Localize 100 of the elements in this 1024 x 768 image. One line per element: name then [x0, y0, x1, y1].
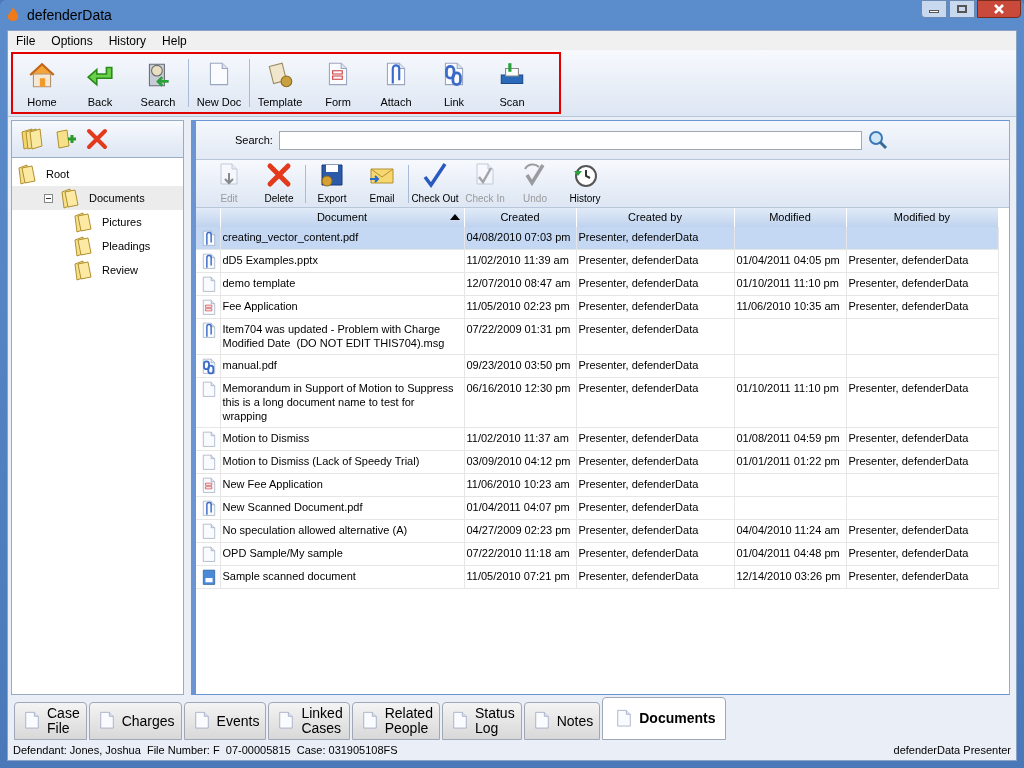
- toolbar-button[interactable]: Export: [307, 161, 357, 207]
- table-row[interactable]: Item704 was updated - Problem with Charge Modified Date (DO NOT EDIT THIS704).msg 07/22/2009 01:31 pm Presenter, defenderData: [196, 318, 998, 355]
- table-cell: Presenter, defenderData: [578, 254, 699, 266]
- table-cell: 07/22/2009 01:31 pm: [466, 323, 571, 335]
- toolbar-button[interactable]: Scan: [483, 54, 541, 112]
- table-cell: Presenter, defenderData: [848, 524, 969, 536]
- table-cell: 01/10/2011 11:10 pm: [736, 277, 839, 289]
- tree-item[interactable]: Review: [12, 258, 183, 282]
- tab[interactable]: Related People: [351, 702, 440, 740]
- table-cell: Presenter, defenderData: [578, 277, 699, 289]
- table-cell: OPD Sample/My sample: [222, 547, 343, 559]
- table-cell: Presenter, defenderData: [578, 478, 699, 490]
- table-row[interactable]: Motion to Dismiss 11/02/2010 11:37 am Presenter, defenderData 01/08/2011 04:59 pm Presenter, defenderData: [196, 427, 998, 451]
- table-cell: creating_vector_content.pdf: [222, 231, 359, 243]
- table-cell: 11/06/2010 10:35 am: [736, 300, 840, 312]
- toolbar-button[interactable]: Attach: [367, 54, 425, 112]
- tab[interactable]: Events: [183, 702, 267, 740]
- tree-item[interactable]: Pleadings: [12, 234, 183, 258]
- table-cell: Presenter, defenderData: [578, 547, 699, 559]
- table-cell: 01/04/2011 04:48 pm: [736, 547, 840, 559]
- table-row[interactable]: OPD Sample/My sample 07/22/2010 11:18 am Presenter, defenderData 01/04/2011 04:48 pm Presenter, defenderData: [196, 542, 998, 566]
- table-cell: 03/09/2010 04:12 pm: [466, 455, 571, 467]
- toolbar-button[interactable]: History: [560, 161, 610, 207]
- table-row[interactable]: New Scanned Document.pdf 01/04/2011 04:07 pm Presenter, defenderData: [196, 496, 998, 520]
- tab[interactable]: Case File: [14, 702, 87, 740]
- table-cell: Presenter, defenderData: [578, 524, 699, 536]
- tree-item[interactable]: Documents: [12, 186, 183, 210]
- folder-icon: [72, 211, 94, 233]
- table-row[interactable]: Sample scanned document 11/05/2010 07:21 pm Presenter, defenderData 12/14/2010 03:26 pm Presenter, defenderData: [196, 565, 998, 589]
- toolbar-button[interactable]: Search: [129, 54, 187, 112]
- table-cell: 12/14/2010 03:26 pm: [736, 570, 841, 582]
- table-cell: Presenter, defenderData: [848, 570, 969, 582]
- table-cell: 12/07/2010 08:47 am: [466, 277, 571, 289]
- toolbar-button[interactable]: Home: [13, 54, 71, 112]
- toolbar-button[interactable]: Back: [71, 54, 129, 112]
- status-user: defenderData Presenter: [893, 742, 1011, 758]
- tree-item[interactable]: Pictures: [12, 210, 183, 234]
- toolbar-button[interactable]: Check Out: [410, 161, 460, 207]
- folder-icon: [72, 235, 94, 257]
- menu-item[interactable]: History: [108, 31, 147, 50]
- flame-icon: [7, 7, 19, 23]
- status-case-info: Defendant: Jones, Joshua File Number: F 07-00005815 Case: 031905108FS: [13, 742, 398, 758]
- table-cell: Presenter, defenderData: [848, 382, 969, 394]
- table-row[interactable]: Fee Application 11/05/2010 02:23 pm Presenter, defenderData 11/06/2010 10:35 am Presenter, defenderData: [196, 295, 998, 319]
- table-cell: Sample scanned document: [222, 570, 356, 582]
- tab[interactable]: Charges: [88, 702, 182, 740]
- table-cell: 01/08/2011 04:59 pm: [736, 432, 840, 444]
- menu-item[interactable]: File: [16, 31, 36, 50]
- tab[interactable]: Status Log: [441, 702, 522, 740]
- menu-item[interactable]: Help: [162, 31, 187, 50]
- collapse-toggle-icon[interactable]: [44, 193, 53, 203]
- table-row[interactable]: Memorandum in Support of Motion to Suppress this is a long document name to test for wrapping 06/16/2010 12:30 pm Presenter, defenderData 01/10/2011 11:10 pm Presenter, defenderData: [196, 377, 998, 428]
- table-row[interactable]: No speculation allowed alternative (A) 04/27/2009 02:23 pm Presenter, defenderData 04/04/2010 11:24 am Presenter, defenderData: [196, 519, 998, 543]
- menu-item[interactable]: Options: [51, 31, 93, 50]
- table-cell: 11/05/2010 07:21 pm: [466, 570, 570, 582]
- table-cell: 06/16/2010 12:30 pm: [466, 382, 571, 394]
- maximize-button[interactable]: [949, 0, 975, 18]
- table-row[interactable]: manual.pdf 09/23/2010 03:50 pm Presenter, defenderData: [196, 354, 998, 378]
- table-row[interactable]: Motion to Dismiss (Lack of Speedy Trial) 03/09/2010 04:12 pm Presenter, defenderData 01/01/2011 01:22 pm Presenter, defenderData: [196, 450, 998, 474]
- tab[interactable]: Documents: [602, 697, 727, 740]
- close-button[interactable]: [977, 0, 1021, 18]
- tab[interactable]: Notes: [523, 702, 601, 740]
- table-cell: Presenter, defenderData: [578, 231, 699, 243]
- table-cell: 04/27/2009 02:23 pm: [466, 524, 571, 536]
- table-cell: Presenter, defenderData: [578, 501, 699, 513]
- table-row[interactable]: dD5 Examples.pptx 11/02/2010 11:39 am Presenter, defenderData 01/04/2011 04:05 pm Presenter, defenderData: [196, 249, 998, 273]
- table-cell: No speculation allowed alternative (A): [222, 524, 408, 536]
- table-cell: 11/05/2010 02:23 pm: [466, 300, 570, 312]
- search-icon[interactable]: [867, 130, 888, 150]
- toolbar-button[interactable]: Link: [425, 54, 483, 112]
- delete-icon[interactable]: [86, 128, 108, 150]
- search-label: Search:: [235, 132, 273, 148]
- toolbar-button[interactable]: New Doc: [190, 54, 248, 112]
- folder-icon: [59, 187, 81, 209]
- table-cell: 07/22/2010 11:18 am: [466, 547, 570, 559]
- table-cell: 01/04/2011 04:05 pm: [736, 254, 840, 266]
- search-field[interactable]: [278, 130, 862, 150]
- toolbar-button[interactable]: Email: [357, 161, 407, 207]
- table-cell: Presenter, defenderData: [578, 455, 699, 467]
- tab[interactable]: Linked Cases: [268, 702, 350, 740]
- table-cell: Presenter, defenderData: [848, 547, 969, 559]
- table-cell: Fee Application: [222, 300, 298, 312]
- table-cell: Presenter, defenderData: [848, 254, 969, 266]
- folder-icon: [72, 259, 94, 281]
- tree-item[interactable]: Root: [12, 162, 183, 186]
- table-cell: Presenter, defenderData: [848, 455, 969, 467]
- table-row[interactable]: demo template 12/07/2010 08:47 am Presenter, defenderData 01/10/2011 11:10 pm Presenter, defenderData: [196, 272, 998, 296]
- minimize-button[interactable]: [921, 0, 947, 18]
- table-cell-text: Memorandum in Support of Motion to Suppress this is a long document name to test for wrapping: [222, 382, 455, 422]
- close-icon: [994, 4, 1004, 14]
- table-row[interactable]: New Fee Application 11/06/2010 10:23 am Presenter, defenderData: [196, 473, 998, 497]
- toolbar-button[interactable]: Form: [309, 54, 367, 112]
- table-cell: 11/06/2010 10:23 am: [466, 478, 570, 490]
- table-row[interactable]: creating_vector_content.pdf 04/08/2010 07:03 pm Presenter, defenderData: [196, 227, 998, 250]
- table-cell: dD5 Examples.pptx: [222, 254, 318, 266]
- add-folder-icon[interactable]: [54, 127, 78, 151]
- table-cell: Motion to Dismiss (Lack of Speedy Trial): [222, 455, 420, 467]
- toolbar-button[interactable]: Delete: [254, 161, 304, 207]
- toolbar-button[interactable]: Template: [251, 54, 309, 112]
- table-cell: 01/10/2011 11:10 pm: [736, 382, 839, 394]
